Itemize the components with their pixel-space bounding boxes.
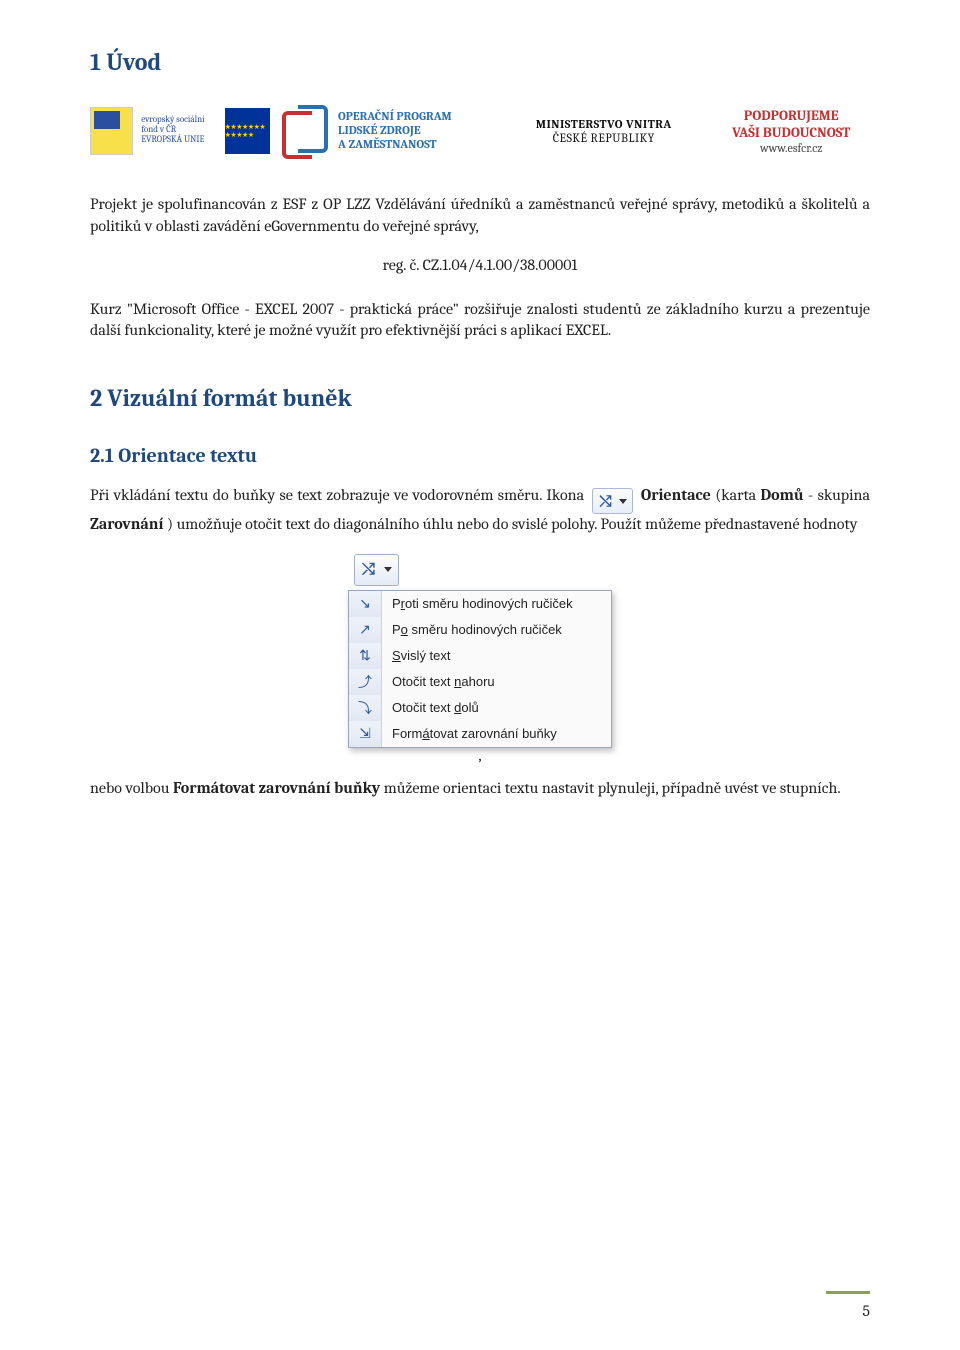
eu-flag-icon xyxy=(225,108,270,154)
menu-item-label: Otočit text nahoru xyxy=(382,674,495,689)
heading-orientation: 2.1 Orientace textu xyxy=(90,444,870,467)
orientation-menu-item[interactable]: ↘Proti směru hodinových ručiček xyxy=(349,591,611,617)
menu-item-icon: ⤴ xyxy=(349,669,382,695)
menu-item-label: Proti směru hodinových ručiček xyxy=(382,596,573,611)
mvcr-block: MINISTERSTVO VNITRA ČESKÉ REPUBLIKY xyxy=(495,94,696,168)
oplzz-text: OPERAČNÍ PROGRAM LIDSKÉ ZDROJE A ZAMĚSTN… xyxy=(338,110,452,151)
orientation-button-inline[interactable]: ⤭ xyxy=(592,488,632,514)
p4-bold: Formátovat zarovnání buňky xyxy=(173,779,380,797)
dropdown-caret-icon xyxy=(384,567,392,572)
menu-item-icon: ↗ xyxy=(349,617,382,643)
reg-number: reg. č. CZ.1.04/4.1.00/38.00001 xyxy=(90,255,870,277)
esf-logo-block: evropský sociální fond v ČR EVROPSKÁ UNI… xyxy=(90,94,270,168)
p3-bold-zarovnani: Zarovnání xyxy=(90,515,163,533)
esf-caption: evropský sociální fond v ČR EVROPSKÁ UNI… xyxy=(141,116,212,146)
oplzz-line2: LIDSKÉ ZDROJE xyxy=(338,124,452,138)
p3-part-g: ) umožňuje otočit text do diagonálního ú… xyxy=(167,515,857,533)
p4-part-c: můžeme orientaci textu nastavit plynulej… xyxy=(384,779,841,797)
mvcr-line2: ČESKÉ REPUBLIKY xyxy=(553,131,655,145)
menu-item-icon: ↘ xyxy=(349,591,382,617)
menu-item-label: Otočit text dolů xyxy=(382,700,479,715)
sponsor-banner: evropský sociální fond v ČR EVROPSKÁ UNI… xyxy=(90,94,870,168)
orientation-icon: ⤭ xyxy=(595,491,615,511)
menu-item-label: Formátovat zarovnání buňky xyxy=(382,726,557,741)
p3-part-e: - skupina xyxy=(808,486,870,504)
oplzz-line3: A ZAMĚSTNANOST xyxy=(338,138,452,152)
menu-item-label: Svislý text xyxy=(382,648,451,663)
orientation-menu-item[interactable]: ⇲Formátovat zarovnání buňky xyxy=(349,721,611,747)
orientation-paragraph-2: nebo volbou Formátovat zarovnání buňky m… xyxy=(90,778,870,800)
footer-accent-line xyxy=(826,1291,870,1294)
heading-visual-format: 2 Vizuální formát buněk xyxy=(90,384,870,412)
p3-part-a: Při vkládání textu do buňky se text zobr… xyxy=(90,486,588,504)
p3-part-c: (karta xyxy=(715,486,760,504)
heading-intro: 1 Úvod xyxy=(90,48,870,76)
esf-flag-icon xyxy=(90,107,133,155)
mvcr-line1: MINISTERSTVO VNITRA xyxy=(536,117,672,131)
orientation-dropdown-button[interactable]: ⤭ xyxy=(354,554,399,586)
menu-item-icon: ⇲ xyxy=(349,721,382,747)
esf-eu-text: EVROPSKÁ UNIE xyxy=(141,135,204,145)
page-number: 5 xyxy=(862,1302,870,1320)
podp-line1: PODPORUJEME xyxy=(744,107,839,124)
podp-line2: VAŠI BUDOUCNOST xyxy=(732,124,850,141)
menu-item-label: Po směru hodinových ručiček xyxy=(382,622,562,637)
orientation-menu-item[interactable]: ⤴Otočit text nahoru xyxy=(349,669,611,695)
oplzz-logo-block: OPERAČNÍ PROGRAM LIDSKÉ ZDROJE A ZAMĚSTN… xyxy=(270,94,495,168)
menu-item-icon: ⇅ xyxy=(349,643,382,669)
dropdown-caret-icon xyxy=(619,499,627,504)
intro-paragraph-2: Kurz "Microsoft Office - EXCEL 2007 - pr… xyxy=(90,299,870,342)
orientation-menu: ↘Proti směru hodinových ručiček↗Po směru… xyxy=(348,590,612,748)
p3-bold-domu: Domů xyxy=(761,486,804,504)
orientation-icon: ⤭ xyxy=(357,560,380,579)
orientation-menu-item[interactable]: ⤵Otočit text dolů xyxy=(349,695,611,721)
orientation-menu-item[interactable]: ↗Po směru hodinových ručiček xyxy=(349,617,611,643)
podporujeme-block: PODPORUJEME VAŠI BUDOUCNOST www.esfcr.cz xyxy=(696,94,870,168)
p4-part-a: nebo volbou xyxy=(90,779,173,797)
esf-small-text: evropský sociální fond v ČR xyxy=(141,115,204,135)
orientation-paragraph: Při vkládání textu do buňky se text zobr… xyxy=(90,485,870,536)
orientation-menu-screenshot: ⤭ ↘Proti směru hodinových ručiček↗Po smě… xyxy=(90,554,870,764)
oplzz-line1: OPERAČNÍ PROGRAM xyxy=(338,110,452,124)
menu-item-icon: ⤵ xyxy=(349,695,382,721)
oplzz-icon xyxy=(282,105,328,157)
podp-line3: www.esfcr.cz xyxy=(760,141,822,155)
page: 1 Úvod evropský sociální fond v ČR EVROP… xyxy=(0,0,960,1350)
p3-bold-orientace: Orientace xyxy=(641,486,711,504)
trailing-comma: , xyxy=(348,746,612,764)
intro-paragraph-1: Projekt je spolufinancován z ESF z OP LZ… xyxy=(90,194,870,237)
orientation-menu-item[interactable]: ⇅Svislý text xyxy=(349,643,611,669)
